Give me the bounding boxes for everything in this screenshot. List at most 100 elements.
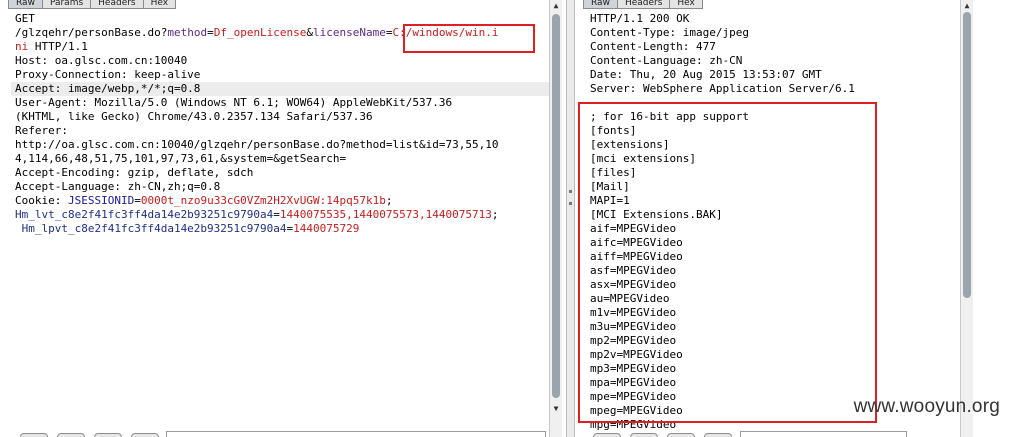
response-line: MAPI=1 [590, 194, 630, 207]
request-text: Cookie: [15, 194, 68, 207]
param-value: C:/windows/win.i [392, 26, 499, 39]
prev-button[interactable] [630, 433, 658, 437]
request-text: ; [491, 208, 499, 221]
request-line: Proxy-Connection: keep-alive [15, 68, 543, 82]
response-line: m1v=MPEGVideo [590, 306, 677, 319]
response-line: HTTP/1.1 200 OK [590, 12, 690, 25]
next-button[interactable] [704, 433, 732, 437]
help-button[interactable] [20, 433, 48, 437]
request-text: = [273, 208, 280, 221]
request-tab-headers[interactable]: Headers [90, 0, 144, 9]
response-line: asx=MPEGVideo [590, 278, 677, 291]
response-line: mpe=MPEGVideo [590, 390, 677, 403]
request-text: http://oa.glsc.com.cn:10040/glzqehr/pers… [15, 138, 499, 151]
scroll-up-icon[interactable]: ▲ [962, 1, 972, 11]
response-line: [fonts] [590, 124, 637, 137]
response-line: Content-Length: 477 [590, 40, 716, 53]
response-line: Date: Thu, 20 Aug 2015 13:53:07 GMT [590, 68, 822, 81]
request-text: Hm_lvt_c8e2f41fc3ff4da14e2b93251c9790a4 [15, 208, 274, 221]
response-line: m3u=MPEGVideo [590, 320, 677, 333]
response-tab-hex[interactable]: Hex [669, 0, 703, 9]
response-scrollbar[interactable]: ▲ [960, 0, 973, 437]
response-line: Content-Language: zh-CN [590, 54, 743, 67]
watermark: www.wooyun.org [853, 396, 1000, 417]
response-line: ; for 16-bit app support [590, 110, 749, 123]
request-scrollbar[interactable]: ▲ ▼ [549, 0, 562, 437]
request-text: (KHTML, like Gecko) Chrome/43.0.2357.134… [15, 110, 373, 123]
request-text: Hm_lpvt_c8e2f41fc3ff4da14e2b93251c9790a4 [15, 222, 287, 235]
param-name: method [167, 26, 208, 39]
next-button[interactable] [131, 433, 159, 437]
pane-splitter[interactable] [566, 0, 575, 437]
request-text: 4,114,66,48,51,75,101,97,73,61,&system=&… [15, 152, 347, 165]
request-scroll-thumb[interactable] [552, 14, 560, 398]
request-line: Accept: image/webp,*/*;q=0.8 [11, 82, 551, 96]
response-line: Server: WebSphere Application Server/6.1 [590, 82, 855, 95]
response-tabs: Raw Headers Hex [583, 0, 703, 9]
request-line: Hm_lpvt_c8e2f41fc3ff4da14e2b93251c9790a4… [15, 222, 543, 236]
request-text: HTTP/1.1 [28, 40, 88, 53]
request-editor[interactable]: GET/glzqehr/personBase.do?method=Df_open… [11, 12, 551, 236]
request-line: Hm_lvt_c8e2f41fc3ff4da14e2b93251c9790a4=… [15, 208, 543, 222]
request-text: /glzqehr/personBase.do? [15, 26, 168, 39]
response-line: mp3=MPEGVideo [590, 362, 677, 375]
response-line: [extensions] [590, 138, 670, 151]
response-line: mp2=MPEGVideo [590, 334, 677, 347]
splitter-grip-icon [569, 190, 572, 193]
response-search-input[interactable] [740, 431, 907, 437]
request-line: ni HTTP/1.1 [15, 40, 543, 54]
help-button[interactable] [593, 433, 621, 437]
request-text: ; [385, 194, 393, 207]
request-text: Proxy-Connection: keep-alive [15, 68, 201, 81]
request-text: Host: oa.glsc.com.cn:10040 [15, 54, 188, 67]
response-line: mp2v=MPEGVideo [590, 348, 683, 361]
response-line: asf=MPEGVideo [590, 264, 677, 277]
response-tab-raw[interactable]: Raw [583, 0, 618, 9]
response-line: mpg=MPEGVideo [590, 418, 677, 431]
request-text: = [207, 26, 214, 39]
param-name: licenseName [313, 26, 386, 39]
request-text: Referer: [15, 124, 68, 137]
request-tab-params[interactable]: Params [41, 0, 92, 9]
add-button[interactable] [667, 433, 695, 437]
request-line: Accept-Encoding: gzip, deflate, sdch [15, 166, 543, 180]
add-button[interactable] [94, 433, 122, 437]
request-text: Accept: image/webp,*/*;q=0.8 [15, 82, 201, 95]
response-bottom-toolbar [593, 433, 741, 437]
request-search-input[interactable] [166, 431, 546, 437]
response-line [590, 96, 855, 110]
request-line: Host: oa.glsc.com.cn:10040 [15, 54, 543, 68]
request-text: Accept-Encoding: gzip, deflate, sdch [15, 166, 254, 179]
response-line: [mci extensions] [590, 152, 696, 165]
param-value: 0000t_nzo9u33cG0VZm2H2XvUGW:14pq57k1b [140, 194, 386, 207]
scroll-down-icon[interactable]: ▼ [551, 404, 561, 414]
splitter-grip-icon [569, 202, 572, 205]
request-bottom-toolbar [20, 433, 168, 437]
prev-button[interactable] [57, 433, 85, 437]
param-value: 1440075729 [293, 222, 360, 235]
request-text: GET [15, 12, 35, 25]
response-line: [MCI Extensions.BAK] [590, 208, 723, 221]
request-text: User-Agent: Mozilla/5.0 (Windows NT 6.1;… [15, 96, 453, 109]
request-text: Accept-Language: zh-CN,zh;q=0.8 [15, 180, 221, 193]
request-tab-raw[interactable]: Raw [8, 0, 43, 9]
request-line: GET [15, 12, 543, 26]
response-scroll-thumb[interactable] [963, 12, 971, 298]
response-line: au=MPEGVideo [590, 292, 670, 305]
response-tab-headers[interactable]: Headers [616, 0, 671, 9]
request-text: = [134, 194, 141, 207]
request-line: User-Agent: Mozilla/5.0 (Windows NT 6.1;… [15, 96, 543, 110]
request-pane: Raw Params Headers Hex GET/glzqehr/personBa… [0, 0, 566, 437]
scroll-up-icon[interactable]: ▲ [551, 1, 561, 11]
response-line: mpeg=MPEGVideo [590, 404, 683, 417]
response-line: [Mail] [590, 180, 630, 193]
request-tab-hex[interactable]: Hex [142, 0, 177, 9]
response-line: mpa=MPEGVideo [590, 376, 677, 389]
request-line: /glzqehr/personBase.do?method=Df_openLic… [15, 26, 543, 40]
request-line: Referer: [15, 124, 543, 138]
request-text: JSESSIONID [67, 194, 135, 207]
request-line: (KHTML, like Gecko) Chrome/43.0.2357.134… [15, 110, 543, 124]
response-line: [files] [590, 166, 637, 179]
response-editor[interactable]: HTTP/1.1 200 OK Content-Type: image/jpeg C… [590, 12, 855, 432]
request-line: Cookie: JSESSIONID=0000t_nzo9u33cG0VZm2H… [15, 194, 543, 208]
